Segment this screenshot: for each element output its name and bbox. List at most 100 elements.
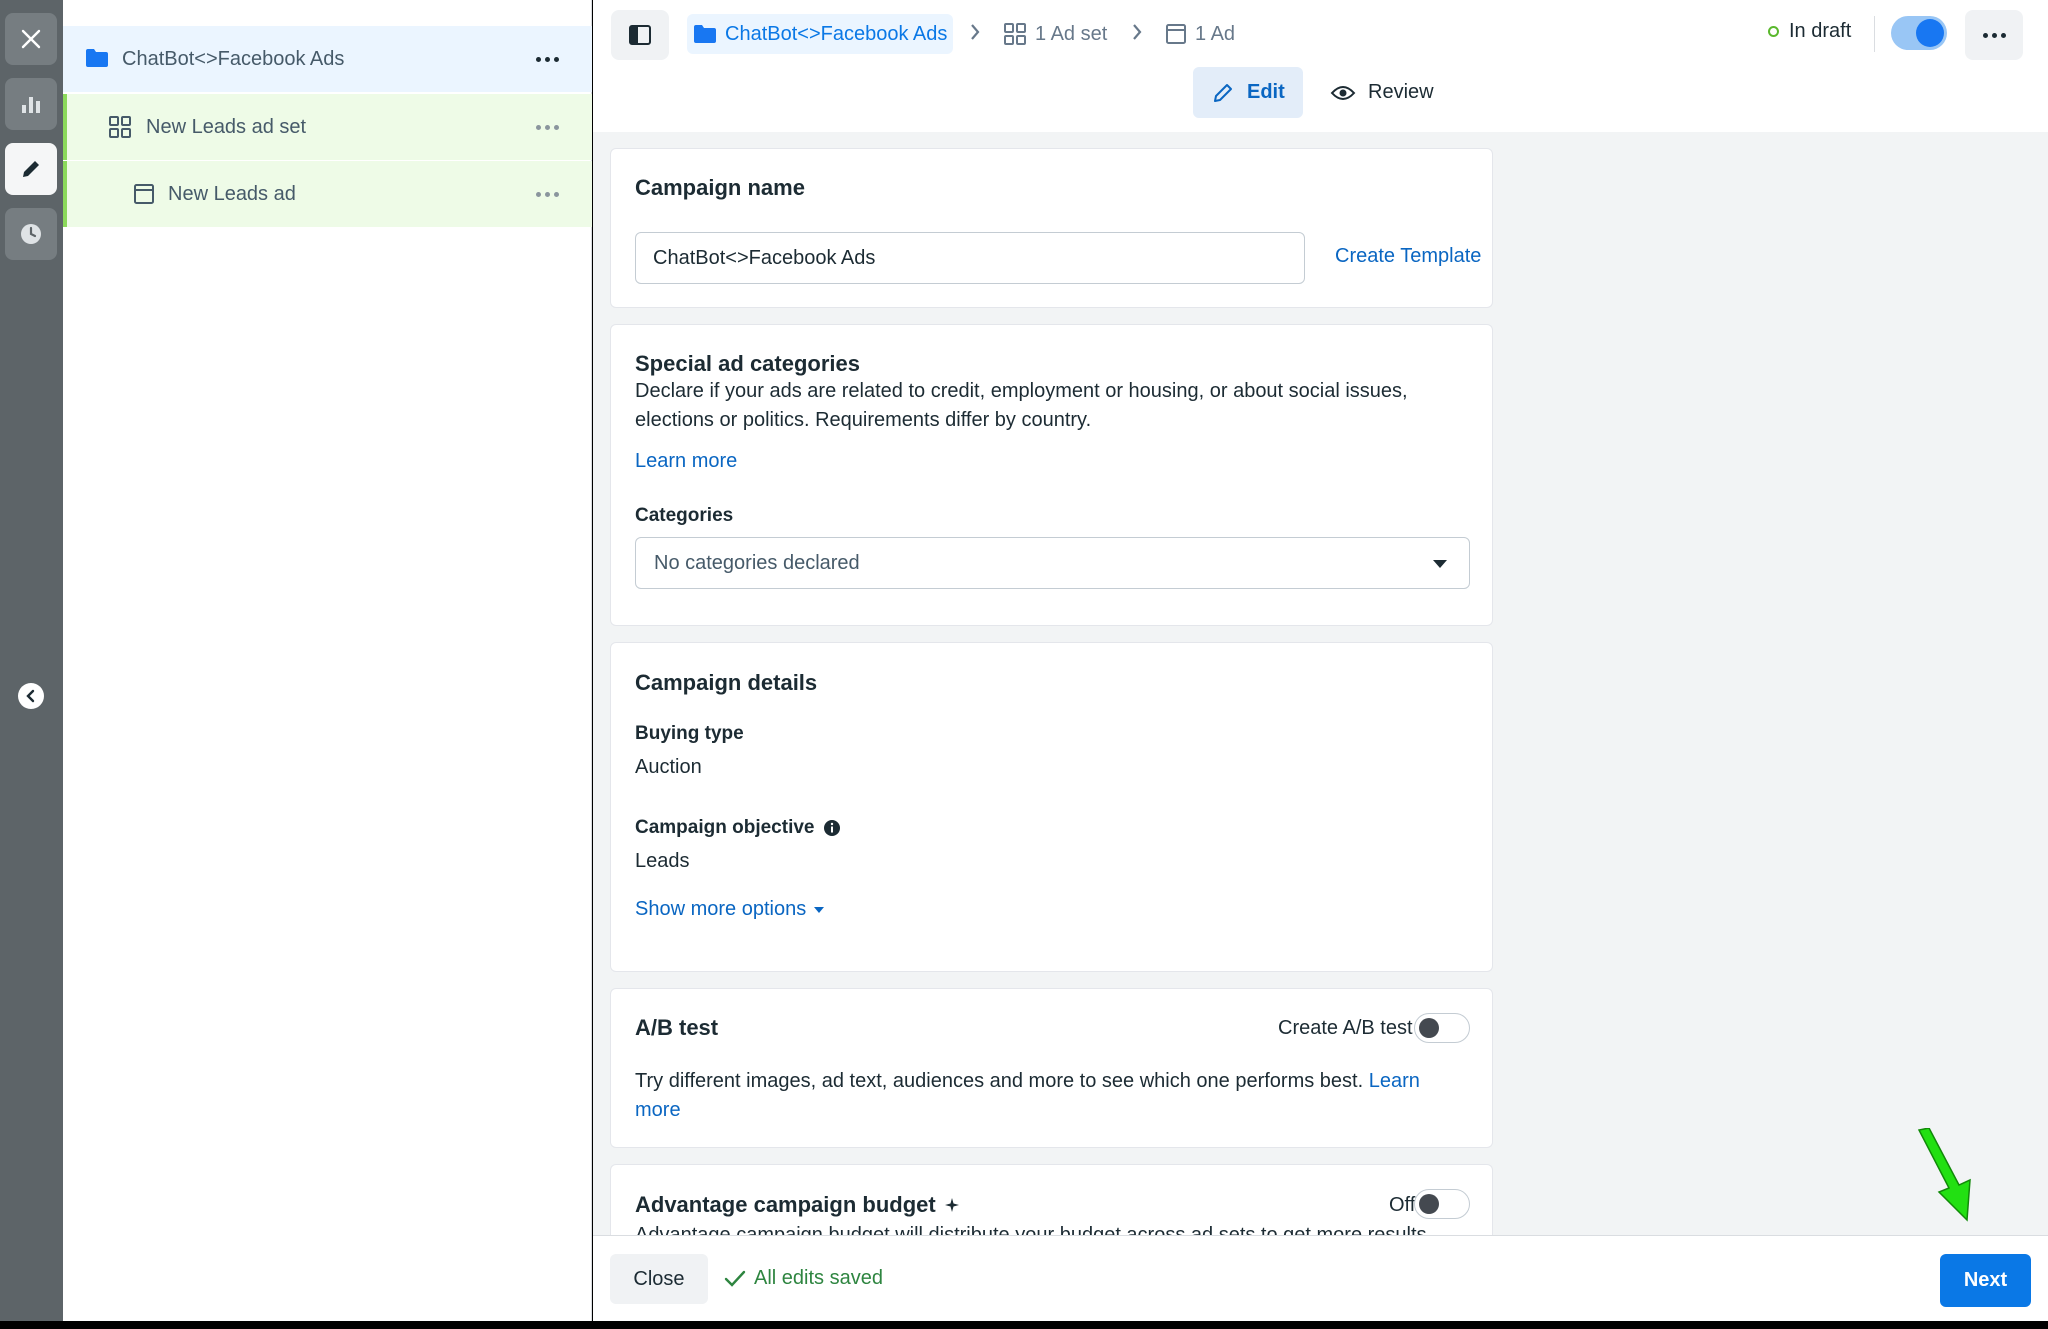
tree-item-label: ChatBot<>Facebook Ads (122, 47, 345, 70)
tree-item-campaign[interactable]: ChatBot<>Facebook Ads (63, 26, 592, 92)
info-icon[interactable] (823, 819, 841, 837)
advantage-budget-description: Advantage campaign budget will distribut… (635, 1224, 1427, 1235)
tree-item-ad[interactable]: New Leads ad (63, 161, 592, 227)
divider (1874, 16, 1875, 52)
grid-icon (108, 115, 132, 139)
grid-icon (1004, 23, 1026, 45)
ab-test-more-link[interactable]: more (635, 1096, 681, 1125)
next-button[interactable]: Next (1940, 1254, 2031, 1307)
buying-type-value: Auction (635, 756, 702, 778)
status-label: In draft (1789, 20, 1852, 42)
breadcrumb-ad[interactable]: 1 Ad (1165, 14, 1235, 54)
campaign-name-value: ChatBot<>Facebook Ads (653, 246, 876, 269)
campaign-name-input[interactable]: ChatBot<>Facebook Ads (635, 232, 1305, 284)
special-categories-description: elections or politics. Requirements diff… (635, 409, 1092, 431)
chart-icon (22, 97, 40, 113)
tab-review[interactable]: Review (1312, 67, 1452, 118)
campaign-details-card: Campaign details Buying type Auction Cam… (610, 642, 1493, 972)
campaign-name-card: Campaign name ChatBot<>Facebook Ads Crea… (610, 148, 1493, 308)
caret-down-icon (814, 906, 825, 913)
advantage-budget-toggle-label: Off (1389, 1194, 1416, 1216)
check-icon (724, 1270, 746, 1287)
campaign-tree: ChatBot<>Facebook Ads New Leads ad set N… (63, 0, 592, 1321)
ab-test-toggle-label: Create A/B test (1278, 1017, 1413, 1039)
chevron-right-icon (971, 24, 980, 40)
tree-item-label: New Leads ad (168, 182, 296, 205)
advantage-budget-toggle[interactable] (1414, 1189, 1470, 1219)
campaign-objective-label-row: Campaign objective (635, 817, 841, 839)
close-button[interactable]: Close (610, 1254, 708, 1304)
campaign-objective-value: Leads (635, 850, 690, 872)
ab-test-toggle[interactable] (1414, 1013, 1470, 1043)
folder-icon (85, 48, 109, 68)
tab-review-label: Review (1368, 81, 1434, 103)
special-ad-categories-card: Special ad categories Declare if your ad… (610, 324, 1493, 626)
panel-toggle-button[interactable] (611, 10, 669, 60)
eye-icon (1330, 85, 1356, 100)
special-categories-title: Special ad categories (635, 351, 860, 376)
learn-more-link[interactable]: Learn more (635, 447, 737, 476)
screen-bottom-edge (0, 1321, 2048, 1329)
edit-rail-button[interactable] (5, 143, 57, 195)
tab-edit-label: Edit (1247, 81, 1285, 103)
adset-more-button[interactable] (532, 115, 562, 139)
tree-item-adset[interactable]: New Leads ad set (63, 94, 592, 160)
ad-icon (133, 183, 155, 205)
reporting-rail-button[interactable] (5, 78, 57, 130)
advantage-budget-card: Advantage campaign budget Off Advantage … (610, 1164, 1493, 1235)
categories-select[interactable]: No categories declared (635, 537, 1470, 589)
ab-test-description-text: Try different images, ad text, audiences… (635, 1070, 1364, 1092)
left-rail (0, 0, 63, 1321)
history-rail-button[interactable] (5, 208, 57, 260)
categories-label: Categories (635, 505, 734, 526)
ab-test-title: A/B test (635, 1015, 719, 1040)
show-more-options-link[interactable]: Show more options (635, 895, 825, 924)
campaign-name-title: Campaign name (635, 175, 805, 200)
campaign-on-off-toggle[interactable] (1891, 16, 1947, 50)
advantage-budget-title-row: Advantage campaign budget (635, 1192, 960, 1218)
create-template-link[interactable]: Create Template (1335, 242, 1481, 271)
clock-icon (21, 224, 41, 244)
breadcrumb-campaign[interactable]: ChatBot<>Facebook Ads (687, 14, 954, 54)
caret-down-icon (1433, 560, 1447, 568)
folder-icon (694, 25, 716, 43)
next-button-label: Next (1963, 1269, 2008, 1291)
breadcrumb-ad-label: 1 Ad (1195, 22, 1236, 45)
editor-topbar: ChatBot<>Facebook Ads 1 Ad set 1 Ad In d… (593, 0, 2048, 132)
editor-main: ChatBot<>Facebook Ads 1 Ad set 1 Ad In d… (593, 0, 2048, 1321)
tree-item-label: New Leads ad set (146, 115, 307, 138)
status-dot-icon (1768, 26, 1779, 37)
campaign-more-button[interactable] (532, 47, 562, 71)
pencil-icon (1214, 83, 1232, 102)
topbar-more-button[interactable] (1965, 10, 2023, 60)
campaign-details-title: Campaign details (635, 670, 818, 695)
save-status: All edits saved (724, 1267, 883, 1290)
tab-edit[interactable]: Edit (1193, 67, 1303, 118)
save-status-label: All edits saved (754, 1267, 883, 1289)
advantage-budget-title: Advantage campaign budget (635, 1192, 936, 1217)
sparkle-icon (944, 1198, 959, 1212)
collapse-rail-button[interactable] (18, 683, 44, 709)
ad-more-button[interactable] (532, 182, 562, 206)
campaign-objective-label: Campaign objective (635, 817, 815, 838)
close-button-label: Close (633, 1267, 685, 1290)
special-categories-description: Declare if your ads are related to credi… (635, 380, 1408, 402)
draft-status: In draft (1768, 20, 1851, 43)
ab-test-learn-link[interactable]: Learn (1369, 1070, 1420, 1092)
chevron-left-icon (26, 689, 35, 703)
sidebar-panel-icon (629, 25, 651, 45)
breadcrumb-adset[interactable]: 1 Ad set (1003, 14, 1107, 54)
chevron-right-icon (1133, 24, 1142, 40)
breadcrumb-campaign-label: ChatBot<>Facebook Ads (725, 22, 948, 45)
close-rail-button[interactable] (5, 13, 57, 65)
breadcrumb-adset-label: 1 Ad set (1035, 22, 1108, 45)
editor-footer: Close All edits saved Next (593, 1235, 2048, 1321)
ad-icon (1166, 24, 1186, 44)
show-more-options-label: Show more options (635, 898, 807, 920)
pencil-icon (23, 161, 39, 177)
ab-test-description: Try different images, ad text, audiences… (635, 1067, 1420, 1096)
ab-test-card: A/B test Create A/B test Try different i… (610, 988, 1493, 1148)
close-icon (21, 29, 41, 49)
categories-value: No categories declared (654, 551, 860, 574)
buying-type-label: Buying type (635, 723, 744, 744)
